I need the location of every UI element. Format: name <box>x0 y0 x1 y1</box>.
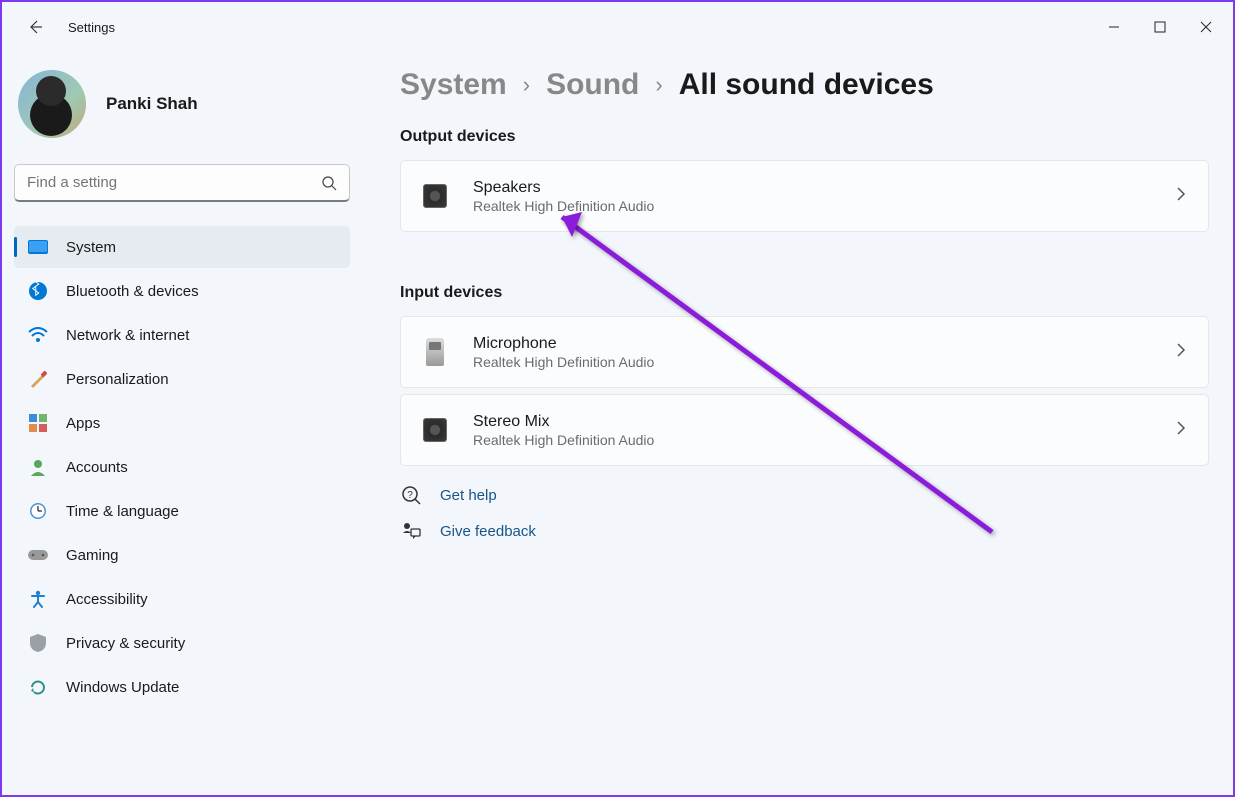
sidebar-item-privacy[interactable]: Privacy & security <box>14 622 350 664</box>
device-title: Speakers <box>473 179 1176 197</box>
sidebar-item-label: Windows Update <box>66 679 179 696</box>
give-feedback-link[interactable]: Give feedback <box>440 523 536 540</box>
get-help-link[interactable]: Get help <box>440 487 497 504</box>
chevron-right-icon <box>1176 186 1186 207</box>
output-devices-heading: Output devices <box>400 128 1209 146</box>
device-card-stereo-mix[interactable]: Stereo Mix Realtek High Definition Audio <box>400 394 1209 466</box>
sidebar-item-windows-update[interactable]: Windows Update <box>14 666 350 708</box>
apps-icon <box>28 413 48 433</box>
sidebar-item-apps[interactable]: Apps <box>14 402 350 444</box>
sidebar-item-accounts[interactable]: Accounts <box>14 446 350 488</box>
page-title: All sound devices <box>679 68 934 102</box>
close-button[interactable] <box>1183 10 1229 44</box>
sidebar-item-personalization[interactable]: Personalization <box>14 358 350 400</box>
device-card-speakers[interactable]: Speakers Realtek High Definition Audio <box>400 160 1209 232</box>
clock-icon <box>28 501 48 521</box>
search-wrap <box>14 164 350 202</box>
sidebar-item-time-language[interactable]: Time & language <box>14 490 350 532</box>
sidebar-item-label: Apps <box>66 415 100 432</box>
card-texts: Stereo Mix Realtek High Definition Audio <box>473 413 1176 448</box>
device-title: Microphone <box>473 335 1176 353</box>
device-card-microphone[interactable]: Microphone Realtek High Definition Audio <box>400 316 1209 388</box>
search-input[interactable] <box>14 164 350 202</box>
svg-text:?: ? <box>407 490 413 501</box>
arrow-left-icon <box>27 19 43 35</box>
gamepad-icon <box>28 545 48 565</box>
search-icon <box>321 175 337 191</box>
sidebar-item-label: Privacy & security <box>66 635 185 652</box>
breadcrumb-sound[interactable]: Sound <box>546 68 639 102</box>
sidebar-item-label: Bluetooth & devices <box>66 283 199 300</box>
maximize-icon <box>1154 21 1166 33</box>
get-help-row[interactable]: ? Get help <box>400 484 1209 506</box>
sidebar-item-label: Gaming <box>66 547 119 564</box>
chevron-right-icon <box>1176 420 1186 441</box>
back-button[interactable] <box>20 12 50 42</box>
brush-icon <box>28 369 48 389</box>
input-devices-heading: Input devices <box>400 284 1209 302</box>
shield-icon <box>28 633 48 653</box>
person-icon <box>28 457 48 477</box>
profile-block[interactable]: Panki Shah <box>14 62 350 158</box>
card-texts: Microphone Realtek High Definition Audio <box>473 335 1176 370</box>
stereo-mix-icon <box>423 418 447 442</box>
speaker-icon <box>423 184 447 208</box>
nav: System Bluetooth & devices Network & int… <box>14 226 350 708</box>
avatar <box>18 70 86 138</box>
update-icon <box>28 677 48 697</box>
window-controls <box>1091 10 1229 44</box>
accessibility-icon <box>28 589 48 609</box>
window-title: Settings <box>68 20 115 35</box>
help-icon: ? <box>400 484 422 506</box>
minimize-icon <box>1108 21 1120 33</box>
breadcrumb-system[interactable]: System <box>400 68 507 102</box>
maximize-button[interactable] <box>1137 10 1183 44</box>
main-content: System › Sound › All sound devices Outpu… <box>360 52 1233 795</box>
breadcrumb: System › Sound › All sound devices <box>400 68 1209 102</box>
sidebar-item-accessibility[interactable]: Accessibility <box>14 578 350 620</box>
chevron-right-icon: › <box>523 72 530 98</box>
give-feedback-row[interactable]: Give feedback <box>400 520 1209 542</box>
device-title: Stereo Mix <box>473 413 1176 431</box>
sidebar-item-gaming[interactable]: Gaming <box>14 534 350 576</box>
device-subtitle: Realtek High Definition Audio <box>473 198 1176 214</box>
microphone-icon <box>426 338 444 366</box>
bluetooth-icon <box>28 281 48 301</box>
sidebar-item-label: Personalization <box>66 371 169 388</box>
sidebar-item-label: Accounts <box>66 459 128 476</box>
sidebar-item-bluetooth[interactable]: Bluetooth & devices <box>14 270 350 312</box>
feedback-icon <box>400 520 422 542</box>
device-subtitle: Realtek High Definition Audio <box>473 354 1176 370</box>
profile-name: Panki Shah <box>106 94 198 114</box>
sidebar-item-network[interactable]: Network & internet <box>14 314 350 356</box>
sidebar: Panki Shah System Bluetooth & devices Ne… <box>2 52 360 795</box>
sidebar-item-system[interactable]: System <box>14 226 350 268</box>
sidebar-item-label: System <box>66 239 116 256</box>
device-subtitle: Realtek High Definition Audio <box>473 432 1176 448</box>
sidebar-item-label: Time & language <box>66 503 179 520</box>
card-texts: Speakers Realtek High Definition Audio <box>473 179 1176 214</box>
system-icon <box>28 237 48 257</box>
sidebar-item-label: Accessibility <box>66 591 148 608</box>
sidebar-item-label: Network & internet <box>66 327 189 344</box>
chevron-right-icon <box>1176 342 1186 363</box>
titlebar: Settings <box>2 2 1233 52</box>
close-icon <box>1200 21 1212 33</box>
chevron-right-icon: › <box>655 72 662 98</box>
minimize-button[interactable] <box>1091 10 1137 44</box>
wifi-icon <box>28 325 48 345</box>
search-field[interactable] <box>27 174 321 191</box>
